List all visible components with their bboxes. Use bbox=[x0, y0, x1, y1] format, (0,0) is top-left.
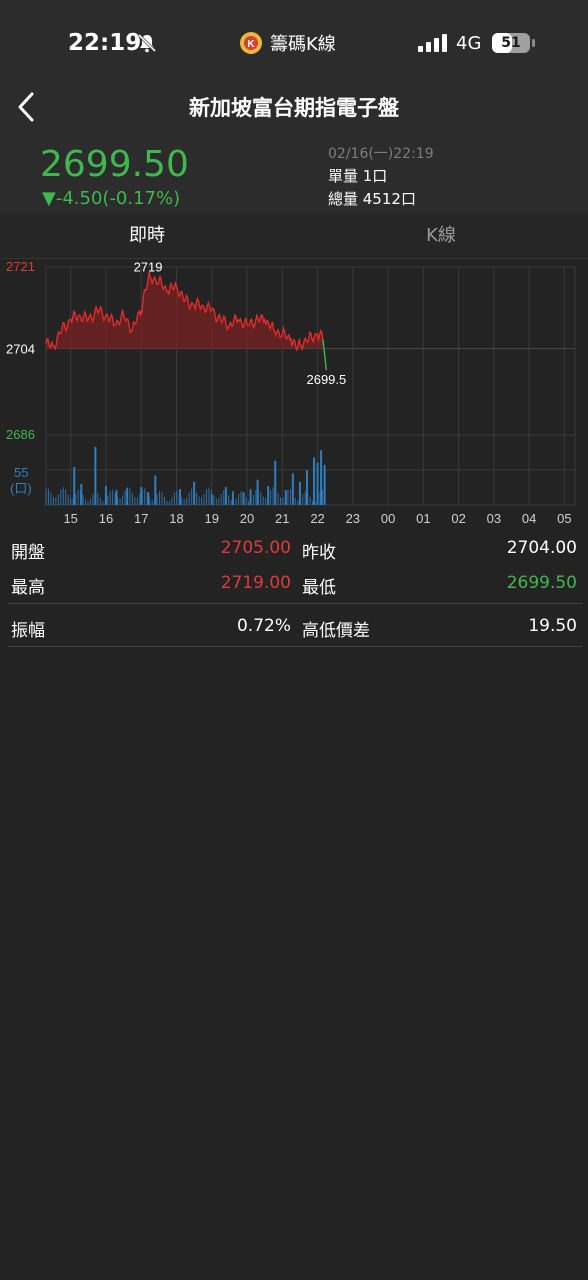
bell-muted-icon bbox=[137, 33, 157, 53]
quote-panel: 2699.50 ▼-4.50(-0.17%) 02/16(一)22:19 單量 … bbox=[0, 138, 588, 213]
y-tick-mid: 2704 bbox=[6, 342, 35, 357]
x-tick-label: 20 bbox=[240, 511, 254, 526]
price-change: ▼-4.50(-0.17%) bbox=[42, 188, 181, 209]
amplitude-label: 振幅 bbox=[11, 621, 45, 641]
x-tick-label: 22 bbox=[310, 511, 324, 526]
prev-close-label: 昨收 bbox=[302, 543, 336, 563]
x-tick-label: 16 bbox=[99, 511, 113, 526]
status-bar: 22:19 K 籌碼K線 4G 51 bbox=[0, 0, 588, 88]
page-title: 新加坡富台期指電子盤 bbox=[189, 96, 399, 120]
open-value: 2705.00 bbox=[220, 538, 291, 558]
tab-kline[interactable]: K線 bbox=[294, 213, 588, 259]
range-label: 高低價差 bbox=[302, 621, 370, 641]
volume-unit: (口) bbox=[10, 481, 32, 496]
high-label: 最高 bbox=[11, 578, 45, 598]
x-tick-label: 19 bbox=[205, 511, 219, 526]
low-label: 最低 bbox=[302, 578, 336, 598]
battery-icon: 51 bbox=[492, 33, 536, 53]
app-logo-icon: K bbox=[240, 32, 262, 54]
x-tick-label: 03 bbox=[487, 511, 501, 526]
quote-datetime: 02/16(一)22:19 bbox=[328, 146, 434, 162]
last-price: 2699.50 bbox=[40, 144, 189, 185]
x-tick-label: 04 bbox=[522, 511, 536, 526]
tab-realtime[interactable]: 即時 bbox=[0, 213, 294, 259]
range-value: 19.50 bbox=[528, 616, 577, 636]
status-app: K 籌碼K線 bbox=[238, 30, 336, 56]
volume-tick: 55 bbox=[14, 465, 28, 480]
x-tick-label: 15 bbox=[63, 511, 77, 526]
network-type: 4G bbox=[456, 33, 482, 54]
stats-row-amplitude-range: 振幅 0.72% 高低價差 19.50 bbox=[0, 608, 588, 643]
low-value: 2699.50 bbox=[506, 573, 577, 593]
divider bbox=[8, 646, 582, 647]
stats-row-high-low: 最高 2719.00 最低 2699.50 bbox=[0, 565, 588, 600]
divider bbox=[8, 603, 582, 604]
battery-level: 51 bbox=[501, 35, 521, 51]
x-tick-label: 21 bbox=[275, 511, 289, 526]
status-time: 22:19 bbox=[68, 30, 142, 56]
x-tick-label: 00 bbox=[381, 511, 395, 526]
x-tick-label: 18 bbox=[169, 511, 183, 526]
y-tick-max: 2721 bbox=[6, 259, 35, 274]
x-tick-label: 02 bbox=[451, 511, 465, 526]
stats-table: 開盤 2705.00 昨收 2704.00 最高 2719.00 最低 2699… bbox=[0, 530, 588, 647]
x-tick-label: 05 bbox=[557, 511, 571, 526]
last-annotation: 2699.5 bbox=[306, 372, 346, 387]
x-tick-label: 17 bbox=[134, 511, 148, 526]
intraday-chart[interactable]: 15 16 17 18 19 20 21 22 23 00 01 02 03 04 05 2721 2704 26… bbox=[0, 259, 588, 530]
chart-canvas: 15 16 17 18 19 20 21 22 23 00 01 02 03 04 05 2721 2704 26… bbox=[6, 259, 576, 526]
single-volume: 單量 1口 bbox=[328, 167, 388, 185]
x-tick-label: 23 bbox=[346, 511, 360, 526]
app-name: 籌碼K線 bbox=[270, 34, 336, 55]
svg-text:K: K bbox=[247, 39, 255, 50]
high-annotation: 2719 bbox=[134, 260, 163, 275]
chart-tabs: 即時 K線 bbox=[0, 213, 588, 259]
y-tick-min: 2686 bbox=[6, 427, 35, 442]
stats-row-open-prevclose: 開盤 2705.00 昨收 2704.00 bbox=[0, 530, 588, 565]
total-volume: 總量 4512口 bbox=[328, 190, 416, 208]
x-tick-label: 01 bbox=[416, 511, 430, 526]
prev-close-value: 2704.00 bbox=[506, 538, 577, 558]
price-line-tail bbox=[322, 338, 328, 371]
amplitude-value: 0.72% bbox=[236, 616, 291, 636]
high-value: 2719.00 bbox=[220, 573, 291, 593]
nav-bar: 新加坡富台期指電子盤 bbox=[0, 88, 588, 138]
signal-icon bbox=[418, 34, 447, 52]
open-label: 開盤 bbox=[11, 543, 45, 563]
